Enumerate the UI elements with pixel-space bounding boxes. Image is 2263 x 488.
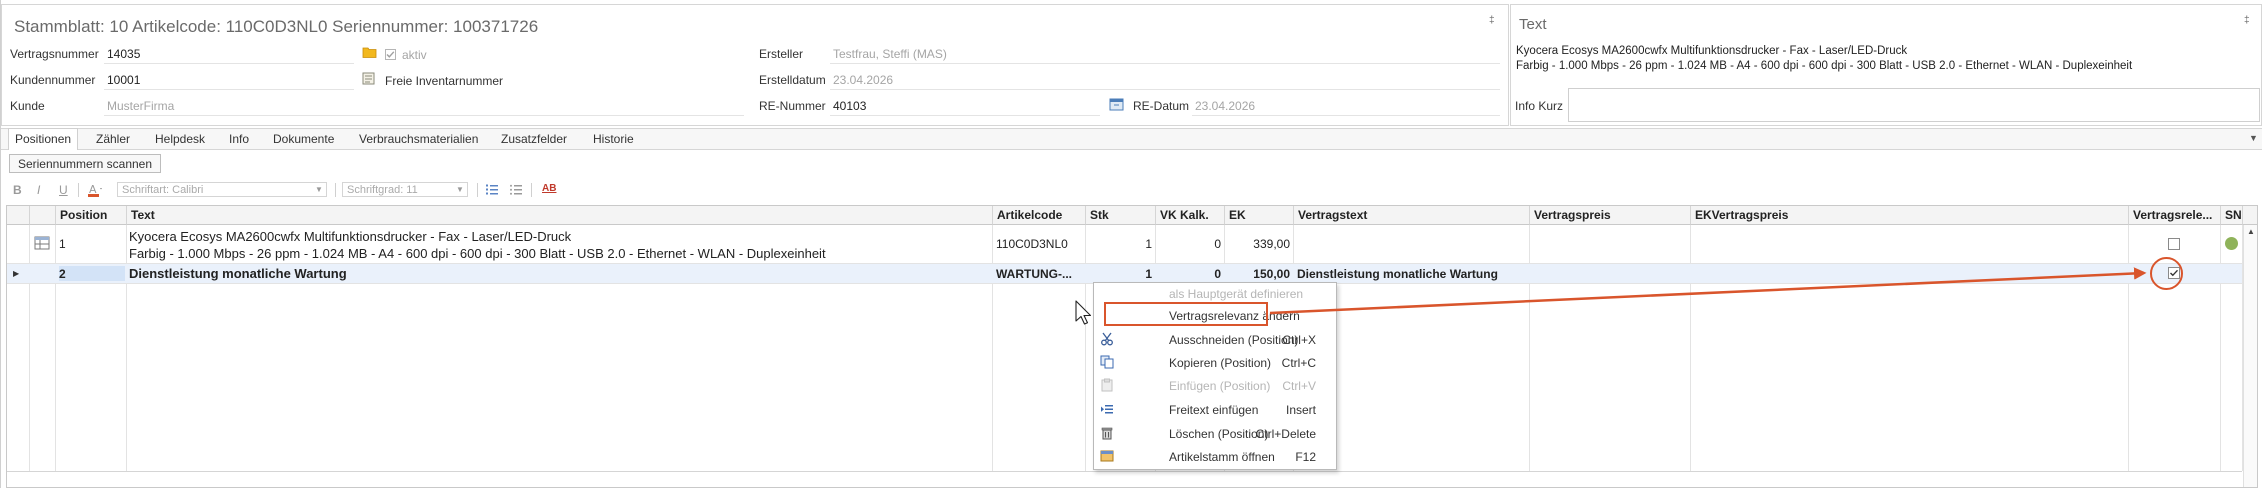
- annotation-arrow: [1269, 267, 2147, 315]
- annotation-highlight-circle: [2150, 257, 2183, 290]
